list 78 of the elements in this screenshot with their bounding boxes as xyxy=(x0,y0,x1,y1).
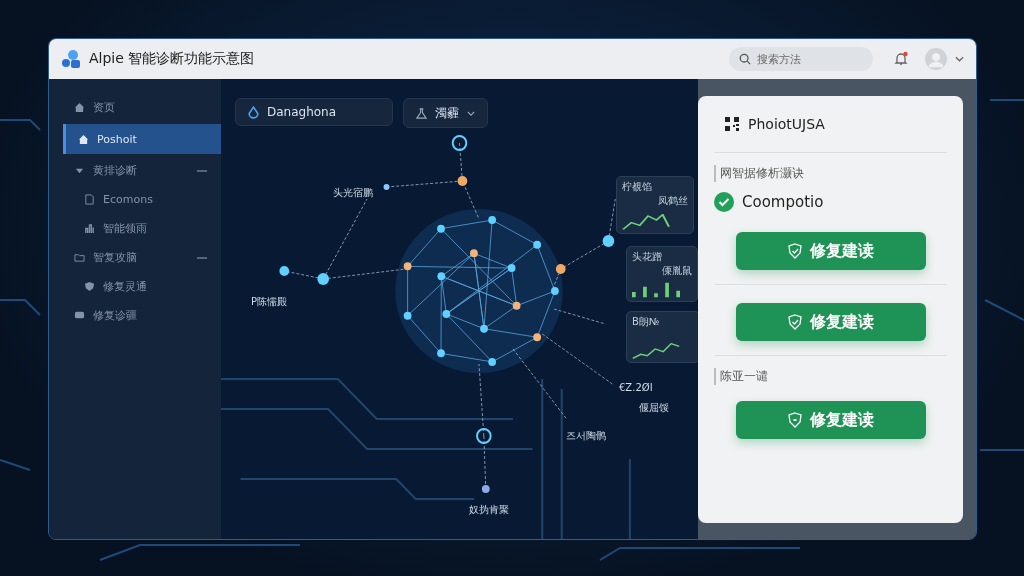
graph-node xyxy=(470,249,478,258)
node-label: 偃屈馁 xyxy=(639,401,669,415)
card-title: 头花蹭 xyxy=(632,250,663,264)
section-label: 陈亚一谴 xyxy=(714,368,768,385)
repair-button[interactable]: 修复建读 xyxy=(735,401,926,439)
shield-check-icon xyxy=(787,243,802,259)
sidebar-item[interactable]: 修复灵通 xyxy=(49,274,221,299)
graph-node xyxy=(476,428,492,444)
sidebar-item[interactable]: 黄排诊断 xyxy=(49,158,221,183)
graph-node xyxy=(383,184,390,190)
graph-node xyxy=(481,485,490,493)
drop-icon xyxy=(248,105,259,119)
sidebar-item[interactable]: 智能领雨 xyxy=(49,216,221,241)
search-field[interactable]: 搜索方法 xyxy=(729,47,873,71)
monitor-icon xyxy=(74,310,85,321)
section-label: 网智据修析灏诀 xyxy=(714,165,804,182)
filter-dropdown[interactable]: 濁霾 xyxy=(403,98,488,128)
graph-node xyxy=(507,264,516,273)
qr-code-icon xyxy=(724,116,740,132)
graph-node xyxy=(555,264,566,274)
source-selector[interactable]: Danaghona xyxy=(235,98,393,126)
node-label: 즈서陶鹘 xyxy=(566,429,606,443)
sparkline-icon xyxy=(632,343,680,359)
search-icon xyxy=(739,53,751,65)
repair-button[interactable]: 修复建读 xyxy=(735,303,926,341)
node-label: 头光宿鹏 xyxy=(333,186,373,200)
sidebar-item[interactable]: 修复诊疆 xyxy=(49,303,221,328)
repair-button[interactable]: 修复建读 xyxy=(735,232,926,270)
shield-check-icon xyxy=(787,314,802,330)
graph-node xyxy=(457,176,468,186)
graph-node xyxy=(437,224,445,233)
sparkline-icon xyxy=(622,214,670,230)
sidebar-item[interactable]: 智复攻脑 xyxy=(49,245,221,270)
connector-line xyxy=(553,308,606,325)
sidebar-item[interactable]: 资页 xyxy=(49,95,221,120)
doc-icon xyxy=(84,194,95,205)
shield-icon xyxy=(787,412,802,428)
node-label: Р陈懦殿 xyxy=(251,295,288,309)
graph-node xyxy=(403,262,412,271)
card-subtitle: 傈胤鼠 xyxy=(662,264,692,278)
caret-icon xyxy=(467,110,475,116)
graph-node xyxy=(442,309,451,318)
connector-line xyxy=(541,333,613,385)
sidebar-item[interactable]: Ecomons xyxy=(49,187,221,212)
graph-node xyxy=(279,266,290,276)
card-subtitle: 凤鹤丝 xyxy=(658,194,688,208)
graph-node xyxy=(480,324,488,333)
caret-icon[interactable] xyxy=(955,56,964,62)
graph-node xyxy=(602,235,615,247)
graph-node xyxy=(551,287,559,295)
logo-icon xyxy=(61,49,81,69)
graph-node xyxy=(533,333,542,342)
graph-node xyxy=(437,349,445,358)
card-title: 柠覩馅 xyxy=(622,180,653,194)
panel-title: PhoiotUJSA xyxy=(748,116,825,132)
sidebar-item[interactable]: Poshoit xyxy=(63,124,221,154)
notification-bell-icon[interactable] xyxy=(893,51,909,67)
flask-icon xyxy=(416,106,427,120)
graph-node xyxy=(488,357,497,366)
node-label: 奴㧑肯聚 xyxy=(469,503,509,517)
chart-icon xyxy=(84,223,95,234)
card-title: B朗№ xyxy=(632,315,661,329)
home-icon xyxy=(74,102,85,113)
connector-line xyxy=(512,348,567,420)
status-text: Coompotio xyxy=(742,193,824,211)
graph-node xyxy=(403,311,412,320)
shield-icon xyxy=(84,281,95,292)
graph-node xyxy=(451,135,468,151)
graph-node xyxy=(437,272,446,281)
graph-node xyxy=(317,273,330,285)
graph-node xyxy=(488,216,497,225)
folder-icon xyxy=(74,252,85,263)
window-title: Alpie 智能诊断功能示意图 xyxy=(89,50,256,68)
home-icon xyxy=(78,133,89,145)
sparkline-icon xyxy=(632,282,680,298)
graph-node xyxy=(512,301,521,310)
graph-node xyxy=(533,240,542,249)
node-label: €Z.2ØΙ xyxy=(619,382,653,393)
